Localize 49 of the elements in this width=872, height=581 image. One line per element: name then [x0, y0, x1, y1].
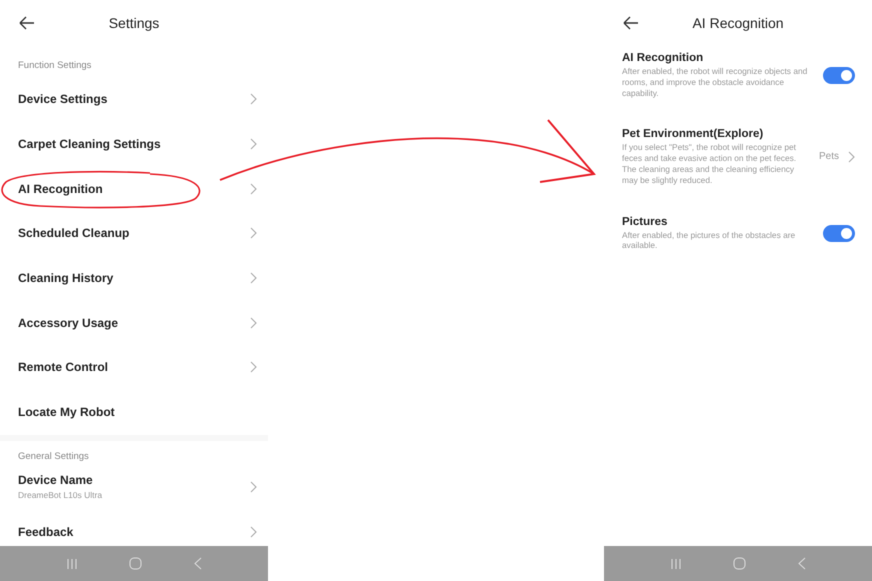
item-label: Remote Control — [18, 360, 108, 374]
chevron-icon — [250, 227, 257, 240]
chevron-icon — [250, 316, 257, 329]
settings-item[interactable]: Carpet Cleaning Settings — [0, 122, 268, 166]
settings-item[interactable]: Locate My Robot — [0, 390, 268, 434]
recent-apps-icon — [670, 558, 682, 570]
home-icon — [129, 557, 142, 570]
chevron-icon — [250, 93, 257, 106]
settings-item[interactable]: Remote Control — [0, 345, 268, 390]
chevron-icon — [250, 480, 257, 492]
section-heading: Function Settings — [17, 59, 92, 73]
back-icon[interactable] — [622, 16, 639, 30]
screen-title: AI Recognition — [692, 15, 784, 31]
back-icon[interactable] — [18, 16, 35, 30]
item-label: Locate My Robot — [18, 405, 115, 420]
item-label: Device Settings — [18, 92, 108, 106]
screen-title: Settings — [108, 15, 160, 31]
item-label: Feedback — [18, 524, 74, 539]
setting-description: If you select "Pets", the robot will recognize pet feces and take evasive action on the pet feces. The cleaning areas and the cleaning efficiency may be slightly reduced. — [622, 142, 798, 186]
settings-item[interactable]: Scheduled Cleanup — [0, 211, 268, 256]
item-label: Carpet Cleaning Settings — [18, 137, 161, 152]
settings-item[interactable]: Feedback — [0, 510, 268, 546]
item-label: Scheduled Cleanup — [18, 226, 130, 240]
settings-item[interactable]: Device Settings — [0, 77, 268, 122]
toggle-switch[interactable] — [823, 66, 855, 84]
chevron-icon — [250, 526, 257, 538]
setting-title: Pet Environment(Explore) — [622, 128, 764, 140]
item-label: Device Name — [18, 473, 94, 487]
settings-item[interactable]: Accessory Usage — [0, 300, 268, 346]
chevron-icon — [848, 150, 855, 163]
settings-item[interactable]: Device Name DreameBot L10s Ultra — [0, 464, 268, 510]
chevron-icon — [250, 138, 257, 150]
settings-item[interactable]: AI Recognition — [0, 166, 268, 212]
setting-title: AI Recognition — [622, 52, 704, 64]
item-label: AI Recognition — [18, 182, 103, 196]
toggle-switch[interactable] — [823, 224, 855, 242]
item-label: Accessory Usage — [18, 316, 118, 330]
section-heading: General Settings — [17, 450, 90, 464]
recent-apps-icon — [66, 558, 78, 570]
home-icon — [733, 557, 746, 570]
chevron-icon — [250, 361, 257, 374]
setting-description: After enabled, the robot will recognize objects and rooms, and improve the obstacle avoidance capability. — [622, 66, 808, 98]
chevron-icon — [250, 272, 257, 284]
item-label: Cleaning History — [18, 271, 114, 286]
setting-description: After enabled, the pictures of the obstacles are available. — [622, 230, 796, 252]
settings-item[interactable]: Cleaning History — [0, 256, 268, 300]
item-subtitle: DreameBot L10s Ultra — [18, 490, 102, 500]
setting-title: Pictures — [622, 216, 668, 228]
chevron-icon — [250, 182, 257, 195]
